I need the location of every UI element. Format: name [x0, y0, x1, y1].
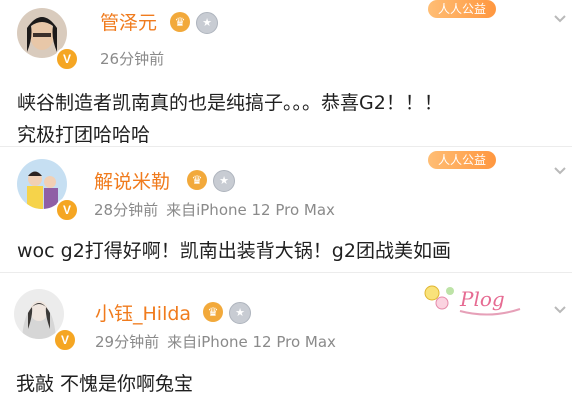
chevron-down-icon[interactable] — [552, 10, 568, 26]
username[interactable]: 解说米勒 — [94, 167, 170, 194]
timestamp: 26分钟前 — [100, 50, 165, 68]
verified-v-icon: V — [55, 47, 79, 71]
chevron-down-icon[interactable] — [552, 162, 568, 178]
comment-text-line-1: 峡谷制造者凯南真的也是纯搞子。。。恭喜G2！！！ — [17, 92, 443, 114]
plog-sticker-text: Plog — [460, 287, 505, 311]
comment-meta: 28分钟前 来自iPhone 12 Pro Max — [94, 199, 335, 220]
medal-icon[interactable]: ★ — [213, 170, 235, 192]
comment-text: woc g2打得好啊！凯南出装背大锅！g2团战美如画 — [17, 240, 451, 262]
comment-meta: 26分钟前 — [100, 48, 164, 69]
comment-card: V 管泽元 ♛ ★ 26分钟前 峡谷制造者凯南真的也是纯搞子。。。恭喜G2！！！… — [0, 0, 572, 146]
medal-icon[interactable]: ★ — [196, 12, 218, 34]
comment-card: V 小钰_Hilda ♛ ★ 29分钟前 来自iPhone 12 Pro Max … — [0, 272, 572, 406]
medal-icon[interactable]: ★ — [229, 302, 251, 324]
username[interactable]: 管泽元 — [100, 8, 157, 35]
comment-text-line-2: 究极打团哈哈哈 — [17, 124, 151, 146]
crown-icon[interactable]: ♛ — [187, 170, 207, 190]
crown-icon[interactable]: ♛ — [170, 12, 190, 32]
timestamp: 28分钟前 — [94, 201, 159, 219]
chevron-down-icon[interactable] — [552, 301, 568, 317]
comment-meta: 29分钟前 来自iPhone 12 Pro Max — [95, 331, 336, 352]
timestamp: 29分钟前 — [95, 333, 160, 351]
verified-v-icon: V — [55, 198, 79, 222]
crown-icon[interactable]: ♛ — [203, 302, 223, 322]
charity-banner[interactable]: 人人公益 — [428, 151, 497, 169]
charity-banner[interactable]: 人人公益 — [428, 0, 497, 18]
username[interactable]: 小钰_Hilda — [95, 299, 191, 326]
verified-v-icon: V — [53, 328, 77, 352]
device-source[interactable]: 来自iPhone 12 Pro Max — [166, 201, 335, 219]
comment-card: V 解说米勒 ♛ ★ 28分钟前 来自iPhone 12 Pro Max woc … — [0, 146, 572, 273]
device-source[interactable]: 来自iPhone 12 Pro Max — [167, 333, 336, 351]
comment-text: 我敲 不愧是你啊兔宝 — [16, 373, 194, 395]
